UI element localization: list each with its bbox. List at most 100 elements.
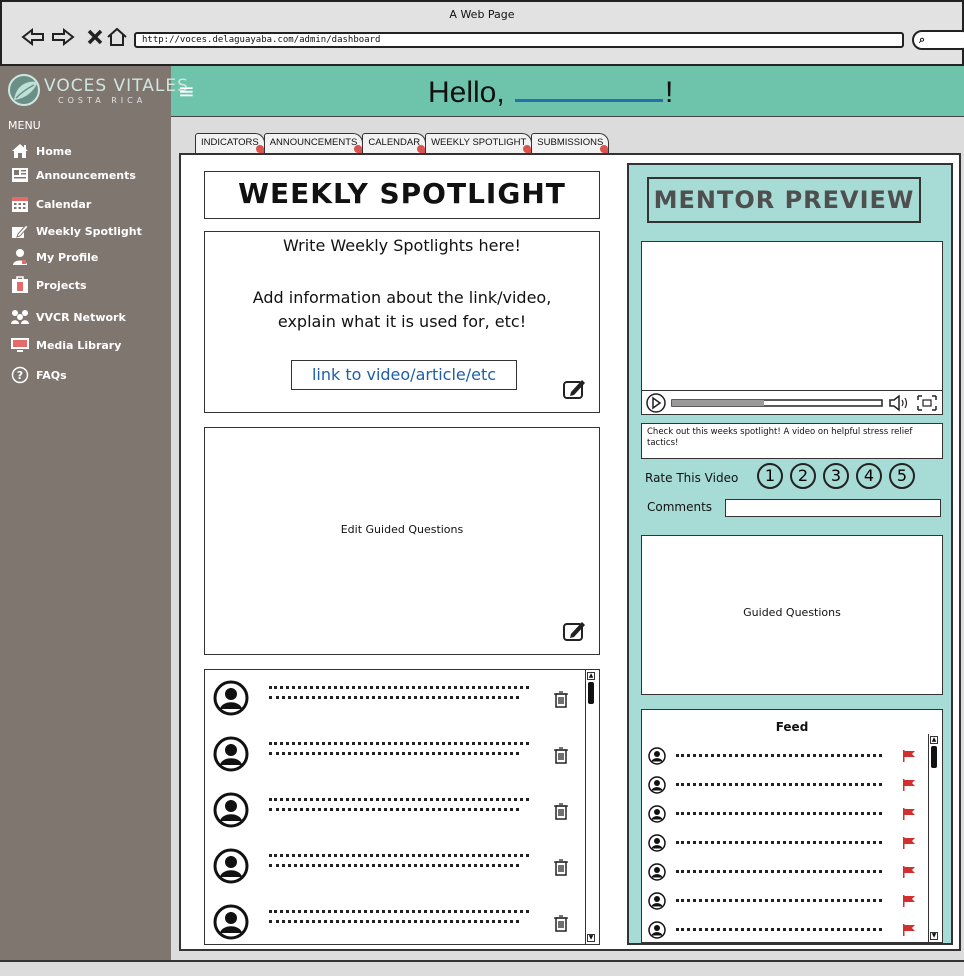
trash-icon[interactable] [553,746,569,764]
play-icon[interactable] [646,393,666,413]
sidebar-item-faqs[interactable]: ? FAQs [10,365,67,385]
help-icon: ? [10,366,30,384]
sidebar-item-weekly-spotlight[interactable]: Weekly Spotlight [10,221,142,241]
logo-subtitle: COSTA RICA [58,96,147,105]
browser-search-field[interactable]: ⌕ [912,30,964,50]
trash-icon[interactable] [553,802,569,820]
spotlight-line-1: Write Weekly Spotlights here! [283,236,521,255]
sidebar-item-label: Media Library [36,338,122,352]
list-item [213,678,568,720]
tab-marker-icon [600,145,609,153]
tab-calendar[interactable]: CALENDAR [362,133,427,153]
list-item [213,790,568,832]
feed-scrollbar[interactable]: ▲ ▼ [928,734,940,942]
back-arrow-icon[interactable] [20,26,46,48]
sidebar-item-announcements[interactable]: Announcements [10,165,136,185]
scroll-thumb[interactable] [588,682,594,704]
window-title: A Web Page [449,8,515,21]
video-progress-bar[interactable] [671,399,883,407]
flag-icon[interactable] [902,924,916,936]
guided-questions-editor[interactable]: Edit Guided Questions [204,427,600,655]
tab-submissions[interactable]: SUBMISSIONS [531,133,610,153]
scroll-down-icon[interactable]: ▼ [930,932,938,940]
hamburger-menu-icon[interactable]: ≡ [178,81,195,101]
username-blank [515,74,664,102]
rating-3-button[interactable]: 3 [823,463,849,489]
list-item [213,734,568,776]
trash-icon[interactable] [553,690,569,708]
flag-icon[interactable] [902,779,916,791]
tab-weekly-spotlight[interactable]: WEEKLY SPOTLIGHT [425,133,533,153]
home-icon [10,142,30,160]
comment-text-line [269,854,529,857]
sidebar-item-projects[interactable]: Projects [10,275,87,295]
forward-arrow-icon[interactable] [50,26,76,48]
folder-icon [10,276,30,294]
feed-item [648,833,918,853]
menu-label: MENU [8,119,41,132]
rating-1-button[interactable]: 1 [757,463,783,489]
avatar-icon [213,736,249,772]
avatar-icon [213,848,249,884]
sidebar-item-media-library[interactable]: Media Library [10,335,121,355]
tab-announcements[interactable]: ANNOUNCEMENTS [263,133,364,153]
feed-text-line [676,870,882,873]
home-nav-icon[interactable] [104,26,130,48]
tab-indicators[interactable]: INDICATORS [195,133,265,153]
flag-icon[interactable] [902,750,916,762]
comment-scrollbar[interactable]: ▲ ▼ [585,670,597,944]
feed-item [648,746,918,766]
sidebar-item-my-profile[interactable]: My Profile [10,247,98,267]
rating-5-button[interactable]: 5 [889,463,915,489]
volume-icon[interactable] [889,394,908,412]
spotlight-editor[interactable]: Write Weekly Spotlights here! Add inform… [204,231,600,413]
comment-text-line [269,910,529,913]
rating-2-button[interactable]: 2 [790,463,816,489]
fullscreen-icon[interactable] [917,395,937,411]
tab-label: ANNOUNCEMENTS [269,137,358,148]
sidebar-item-home[interactable]: Home [10,141,72,161]
sidebar-item-label: Calendar [36,197,92,211]
page-title: WEEKLY SPOTLIGHT [204,171,600,219]
flag-icon[interactable] [902,895,916,907]
tab-marker-icon [354,145,363,153]
video-player[interactable] [641,241,943,415]
rating-4-button[interactable]: 4 [856,463,882,489]
comment-text-line [269,696,519,699]
flag-icon[interactable] [902,837,916,849]
tab-label: INDICATORS [201,137,259,148]
flag-icon[interactable] [902,808,916,820]
edit-icon[interactable] [563,378,587,400]
feed-text-line [676,783,882,786]
user-icon [10,248,30,266]
comments-label: Comments [647,500,713,514]
edit-icon[interactable] [563,620,587,642]
avatar-icon [648,805,666,823]
scroll-up-icon[interactable]: ▲ [587,672,595,680]
avatar-icon [648,892,666,910]
avatar-icon [648,834,666,852]
svg-text:?: ? [17,369,23,382]
spotlight-link[interactable]: link to video/article/etc [291,360,517,390]
video-caption: Check out this weeks spotlight! A video … [641,423,943,459]
sidebar-item-label: Home [36,144,72,158]
comments-input[interactable] [725,499,941,517]
url-input[interactable]: http://voces.delaguayaba.com/admin/dashb… [134,32,904,48]
greeting-suffix: ! [665,76,674,109]
scroll-up-icon[interactable]: ▲ [930,736,938,744]
logo[interactable]: VOCES VITALES COSTA RICA [0,66,188,117]
search-icon: ⌕ [919,33,926,46]
scroll-down-icon[interactable]: ▼ [587,934,595,942]
trash-icon[interactable] [553,914,569,932]
feed-text-line [676,928,882,931]
comment-text-line [269,742,529,745]
sidebar-item-calendar[interactable]: Calendar [10,194,91,214]
scroll-thumb[interactable] [931,746,937,768]
feed-text-line [676,841,882,844]
trash-icon[interactable] [553,858,569,876]
sidebar-item-label: Projects [36,278,87,292]
feed-text-line [676,812,882,815]
feed-text-line [676,754,882,757]
flag-icon[interactable] [902,866,916,878]
sidebar-item-vvcr-network[interactable]: VVCR Network [10,307,126,327]
